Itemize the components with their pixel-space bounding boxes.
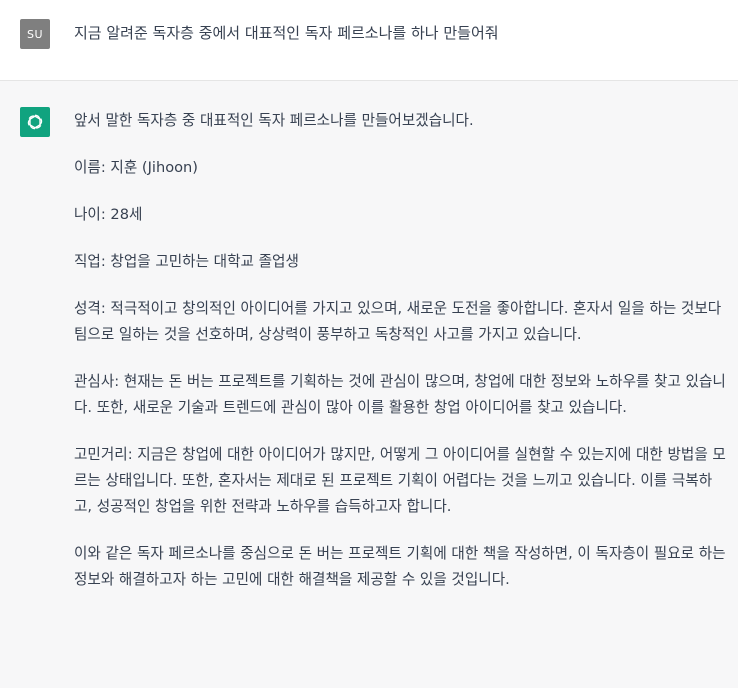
answer-conclusion: 이와 같은 독자 페르소나를 중심으로 돈 버는 프로젝트 기획에 대한 책을 … [74, 545, 726, 588]
persona-personality: 성격: 적극적이고 창의적인 아이디어를 가지고 있으며, 새로운 도전을 좋아… [74, 300, 722, 343]
assistant-message-text: 앞서 말한 독자층 중 대표적인 독자 페르소나를 만들어보겠습니다. 이름: … [74, 108, 730, 614]
answer-intro: 앞서 말한 독자층 중 대표적인 독자 페르소나를 만들어보겠습니다. [74, 112, 474, 129]
openai-logo-icon [27, 114, 43, 130]
assistant-avatar [20, 107, 50, 137]
user-message-text: 지금 알려준 독자층 중에서 대표적인 독자 페르소나를 하나 만들어줘 [74, 24, 499, 42]
assistant-message-row: 앞서 말한 독자층 중 대표적인 독자 페르소나를 만들어보겠습니다. 이름: … [0, 81, 738, 688]
persona-age: 나이: 28세 [74, 206, 143, 223]
persona-name: 이름: 지훈 (Jihoon) [74, 159, 199, 176]
user-avatar: SU [20, 19, 50, 49]
persona-concerns: 고민거리: 지금은 창업에 대한 아이디어가 많지만, 어떻게 그 아이디어를 … [74, 446, 726, 515]
persona-job: 직업: 창업을 고민하는 대학교 졸업생 [74, 253, 299, 270]
user-message-row: SU 지금 알려준 독자층 중에서 대표적인 독자 페르소나를 하나 만들어줘 [0, 0, 738, 81]
persona-interests: 관심사: 현재는 돈 버는 프로젝트를 기획하는 것에 관심이 많으며, 창업에… [74, 373, 726, 416]
